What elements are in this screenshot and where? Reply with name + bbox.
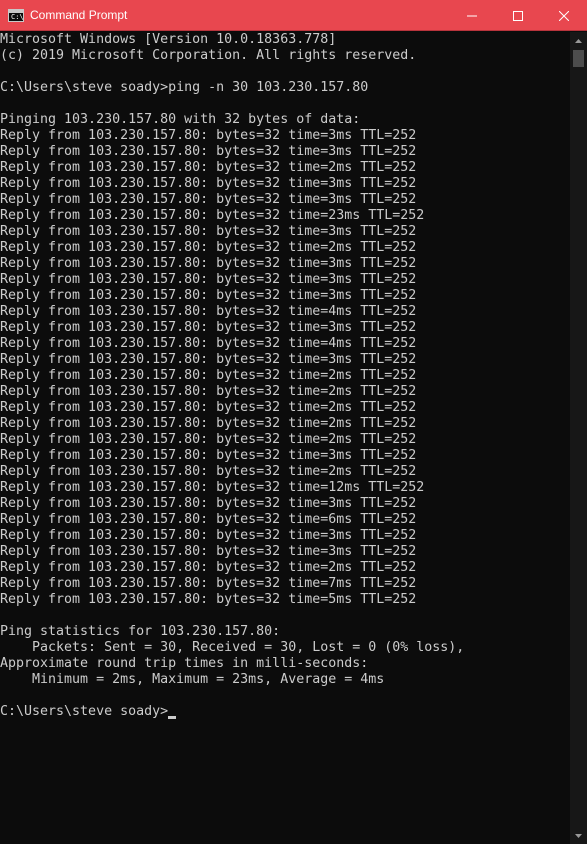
console-line: Reply from 103.230.157.80: bytes=32 time… [0, 208, 425, 223]
console-line: Reply from 103.230.157.80: bytes=32 time… [0, 304, 417, 319]
console-line: Reply from 103.230.157.80: bytes=32 time… [0, 448, 417, 463]
maximize-button[interactable] [495, 0, 541, 31]
vertical-scrollbar[interactable] [570, 32, 587, 844]
console-line: Reply from 103.230.157.80: bytes=32 time… [0, 352, 417, 367]
console-line: Reply from 103.230.157.80: bytes=32 time… [0, 416, 417, 431]
console-line: Reply from 103.230.157.80: bytes=32 time… [0, 288, 417, 303]
minimize-icon [467, 15, 477, 16]
console-line: Reply from 103.230.157.80: bytes=32 time… [0, 320, 417, 335]
prompt-line[interactable]: C:\Users\steve soady> [0, 704, 570, 720]
window-controls [449, 0, 587, 31]
console-line: Reply from 103.230.157.80: bytes=32 time… [0, 192, 417, 207]
console-line: Reply from 103.230.157.80: bytes=32 time… [0, 512, 417, 527]
console-line: Reply from 103.230.157.80: bytes=32 time… [0, 480, 425, 495]
console-line: Reply from 103.230.157.80: bytes=32 time… [0, 528, 417, 543]
console-line: Packets: Sent = 30, Received = 30, Lost … [0, 640, 465, 655]
console-line: Minimum = 2ms, Maximum = 23ms, Average =… [0, 672, 385, 687]
close-button[interactable] [541, 0, 587, 31]
title-bar[interactable]: C:\ Command Prompt [0, 0, 587, 31]
console-line: Reply from 103.230.157.80: bytes=32 time… [0, 240, 417, 255]
console-line: C:\Users\steve soady>ping -n 30 103.230.… [0, 80, 369, 95]
minimize-button[interactable] [449, 0, 495, 31]
console-line: Reply from 103.230.157.80: bytes=32 time… [0, 128, 417, 143]
scroll-thumb[interactable] [573, 50, 584, 67]
cmd-icon[interactable]: C:\ [8, 8, 24, 22]
console-line: Reply from 103.230.157.80: bytes=32 time… [0, 176, 417, 191]
scroll-down-icon [575, 833, 582, 838]
close-icon [559, 10, 569, 21]
maximize-icon [513, 10, 523, 21]
console-line: Ping statistics for 103.230.157.80: [0, 624, 281, 639]
console-output[interactable]: Microsoft Windows [Version 10.0.18363.77… [0, 32, 570, 844]
console-line: Reply from 103.230.157.80: bytes=32 time… [0, 384, 417, 399]
console-line: Reply from 103.230.157.80: bytes=32 time… [0, 464, 417, 479]
console-line: Reply from 103.230.157.80: bytes=32 time… [0, 144, 417, 159]
window-title: Command Prompt [30, 8, 128, 22]
console-line: Reply from 103.230.157.80: bytes=32 time… [0, 496, 417, 511]
text-cursor [168, 716, 177, 719]
console-line: Reply from 103.230.157.80: bytes=32 time… [0, 368, 417, 383]
scroll-up-button[interactable] [570, 32, 587, 49]
scroll-up-icon [575, 38, 582, 43]
console-line: Reply from 103.230.157.80: bytes=32 time… [0, 544, 417, 559]
console-line: Reply from 103.230.157.80: bytes=32 time… [0, 336, 417, 351]
prompt-text: C:\Users\steve soady> [0, 704, 169, 719]
console-line: Reply from 103.230.157.80: bytes=32 time… [0, 272, 417, 287]
console-line: Reply from 103.230.157.80: bytes=32 time… [0, 560, 417, 575]
console-line: Reply from 103.230.157.80: bytes=32 time… [0, 576, 417, 591]
console-line: Reply from 103.230.157.80: bytes=32 time… [0, 592, 417, 607]
console-line: Reply from 103.230.157.80: bytes=32 time… [0, 160, 417, 175]
console-line: Reply from 103.230.157.80: bytes=32 time… [0, 256, 417, 271]
console-line: Microsoft Windows [Version 10.0.18363.77… [0, 32, 337, 47]
console-line: Reply from 103.230.157.80: bytes=32 time… [0, 432, 417, 447]
console-line: (c) 2019 Microsoft Corporation. All righ… [0, 48, 417, 63]
console-line: Pinging 103.230.157.80 with 32 bytes of … [0, 112, 361, 127]
console-line: Reply from 103.230.157.80: bytes=32 time… [0, 224, 417, 239]
scroll-down-button[interactable] [570, 827, 587, 844]
console-line: Reply from 103.230.157.80: bytes=32 time… [0, 400, 417, 415]
console-line: Approximate round trip times in milli-se… [0, 656, 369, 671]
